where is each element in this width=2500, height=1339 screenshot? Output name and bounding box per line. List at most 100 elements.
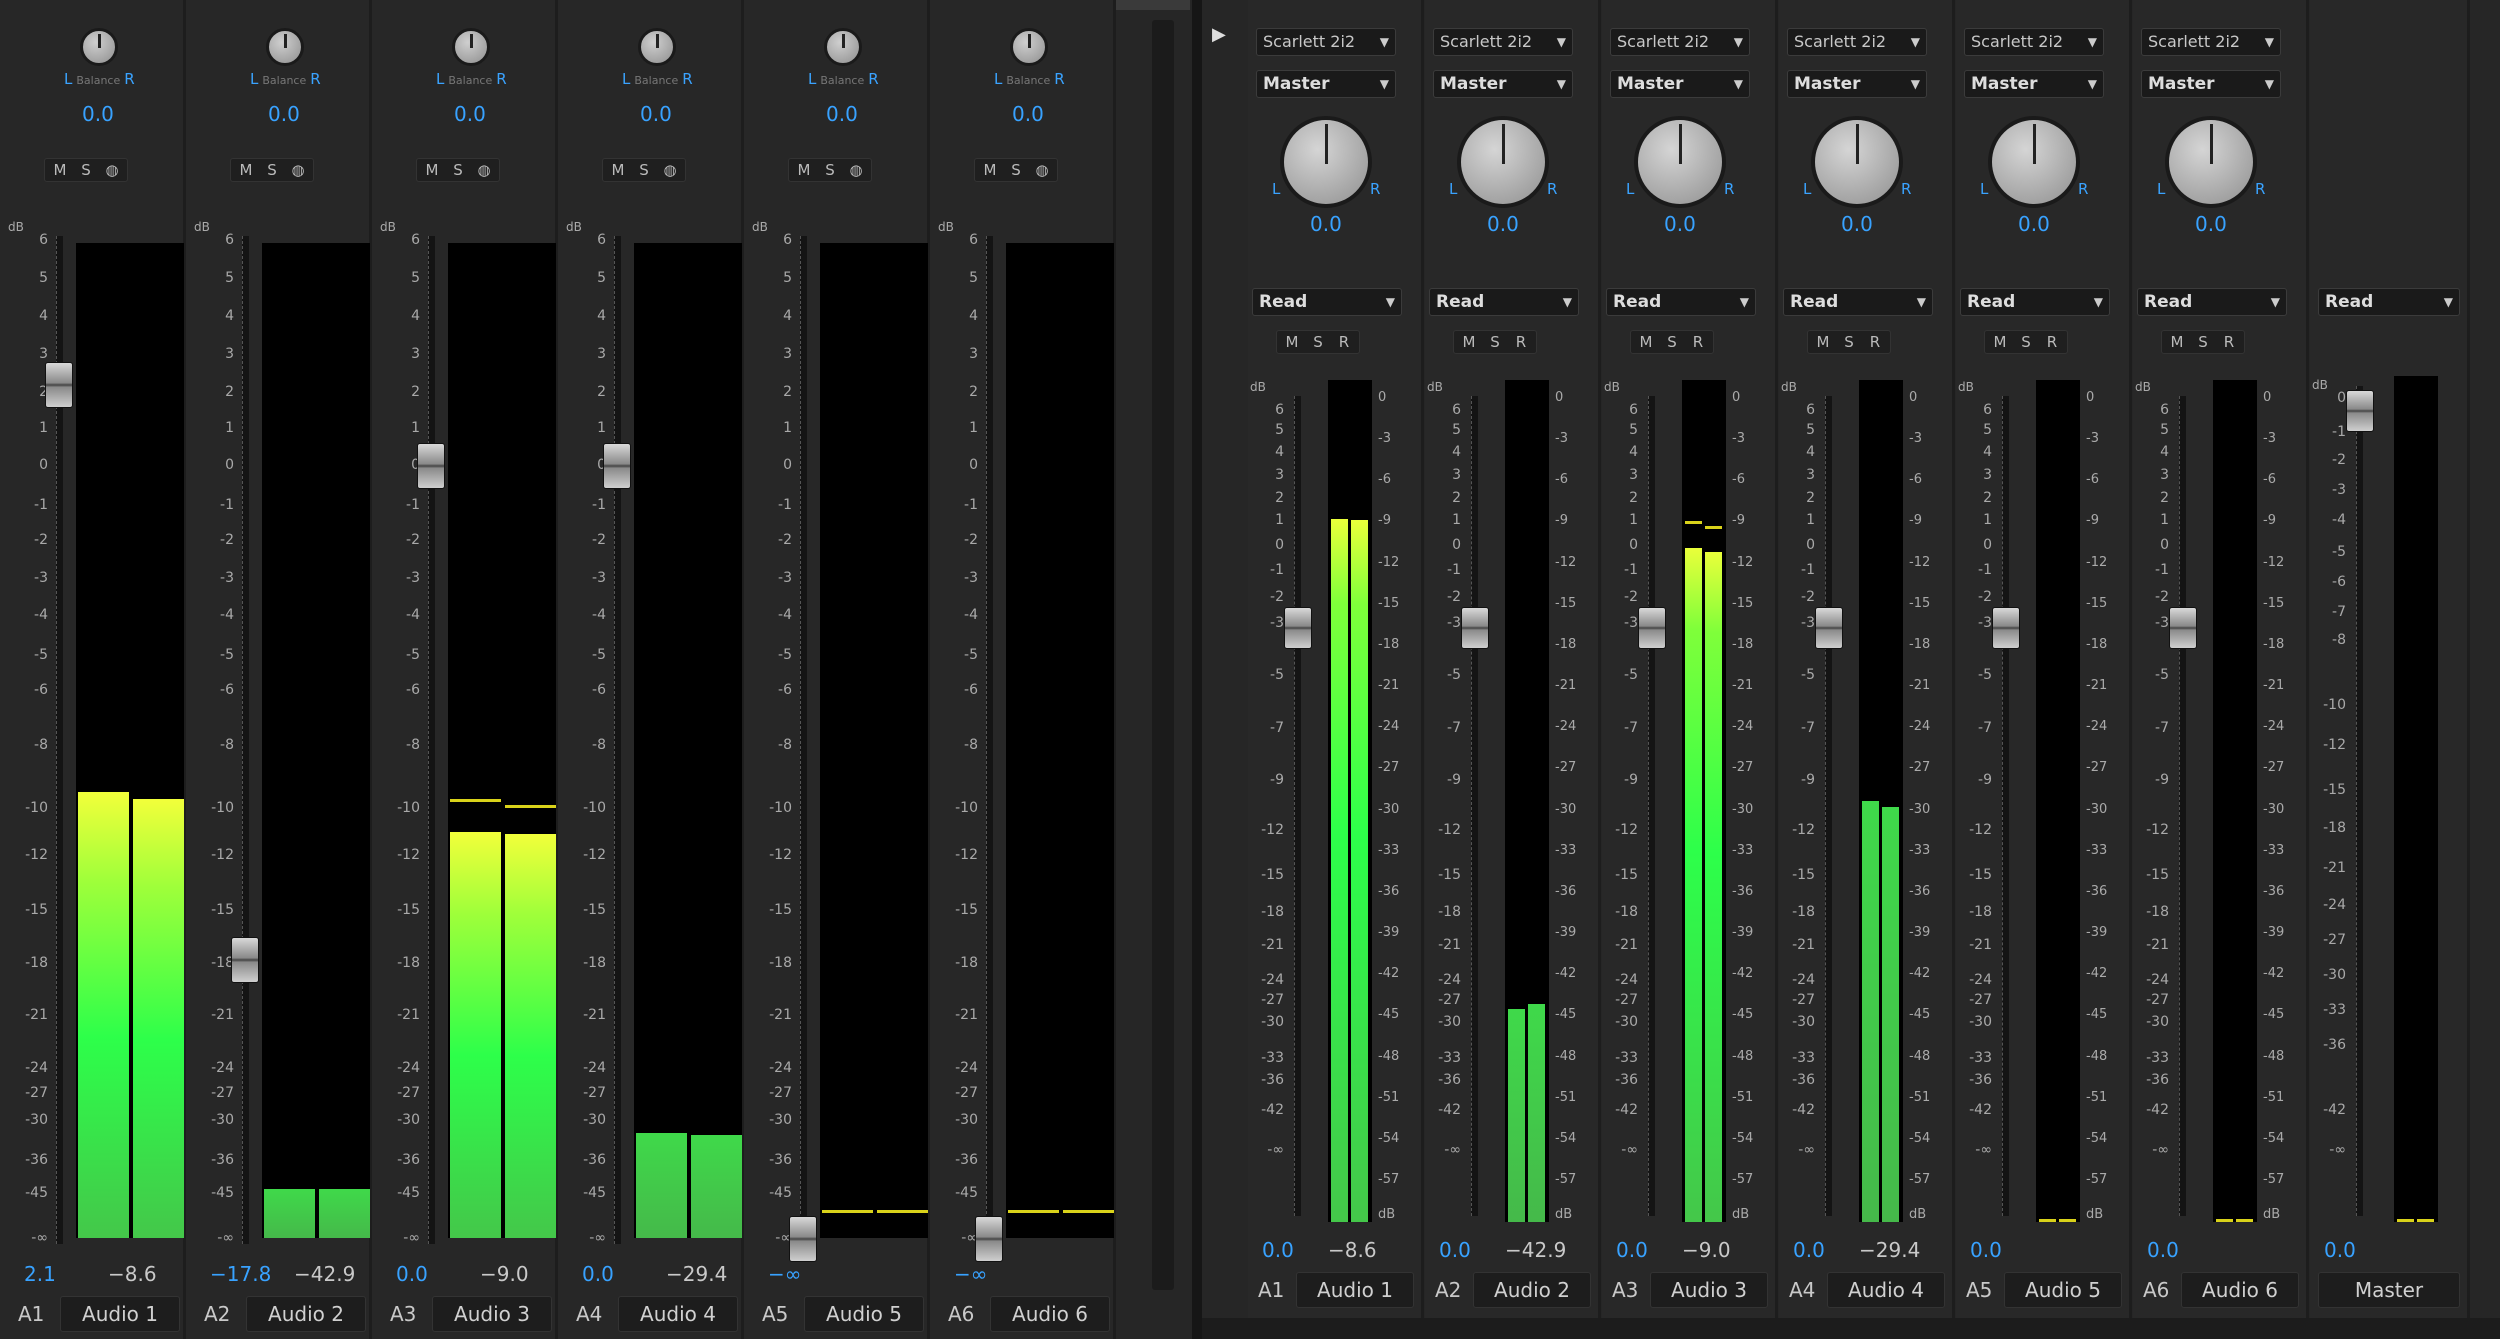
solo-button[interactable]: S	[823, 161, 837, 179]
pan-value[interactable]: 0.0	[1664, 212, 1696, 236]
send-dropdown[interactable]: Master	[2141, 70, 2281, 98]
automation-mode-dropdown[interactable]: Read	[1252, 288, 1402, 316]
record-button[interactable]: R	[2045, 333, 2059, 351]
solo-button[interactable]: S	[451, 161, 465, 179]
record-button[interactable]: R	[1514, 333, 1528, 351]
mute-button[interactable]: M	[1462, 333, 1476, 351]
volume-fader[interactable]	[231, 937, 259, 984]
volume-fader[interactable]	[2169, 607, 2197, 649]
pan-value[interactable]: 0.0	[2195, 212, 2227, 236]
pan-knob[interactable]	[452, 28, 490, 66]
output-dropdown[interactable]: Scarlett 2i2	[1433, 28, 1573, 56]
pan-knob[interactable]	[1010, 28, 1048, 66]
pan-value[interactable]: 0.0	[1012, 102, 1044, 126]
solo-button[interactable]: S	[1665, 333, 1679, 351]
output-dropdown[interactable]: Scarlett 2i2	[2141, 28, 2281, 56]
volume-fader[interactable]	[1992, 607, 2020, 649]
volume-fader[interactable]	[1284, 607, 1312, 649]
volume-fader[interactable]	[1638, 607, 1666, 649]
mute-button[interactable]: M	[1639, 333, 1653, 351]
pan-value[interactable]: 0.0	[454, 102, 486, 126]
pan-knob[interactable]	[1457, 116, 1549, 208]
output-dropdown[interactable]: Scarlett 2i2	[1964, 28, 2104, 56]
send-dropdown[interactable]: Master	[1433, 70, 1573, 98]
record-button[interactable]: R	[1868, 333, 1882, 351]
pan-value[interactable]: 0.0	[2018, 212, 2050, 236]
automation-mode-dropdown[interactable]: Read	[1606, 288, 1756, 316]
volume-value[interactable]: −∞	[768, 1262, 801, 1286]
volume-value[interactable]: 0.0	[1970, 1238, 2002, 1262]
master-automation-mode-dropdown[interactable]: Read	[2318, 288, 2460, 316]
volume-value[interactable]: 0.0	[396, 1262, 428, 1286]
master-volume-fader[interactable]	[2346, 390, 2374, 432]
solo-button[interactable]: S	[1488, 333, 1502, 351]
volume-value[interactable]: −17.8	[210, 1262, 271, 1286]
send-dropdown[interactable]: Master	[1256, 70, 1396, 98]
pan-knob[interactable]	[1280, 116, 1372, 208]
clip-mixer-scrollbar[interactable]	[1152, 20, 1174, 1290]
pan-knob[interactable]	[2165, 116, 2257, 208]
automation-mode-dropdown[interactable]: Read	[1429, 288, 1579, 316]
record-button[interactable]: ◍	[1035, 161, 1049, 179]
volume-value[interactable]: 0.0	[2147, 1238, 2179, 1262]
pan-knob[interactable]	[266, 28, 304, 66]
master-volume-value[interactable]: 0.0	[2324, 1238, 2356, 1262]
mute-button[interactable]: M	[1285, 333, 1299, 351]
volume-fader[interactable]	[603, 443, 631, 489]
volume-value[interactable]: 2.1	[24, 1262, 56, 1286]
record-button[interactable]: ◍	[663, 161, 677, 179]
solo-button[interactable]: S	[79, 161, 93, 179]
pan-value[interactable]: 0.0	[82, 102, 114, 126]
volume-value[interactable]: 0.0	[582, 1262, 614, 1286]
pan-value[interactable]: 0.0	[826, 102, 858, 126]
pan-knob[interactable]	[80, 28, 118, 66]
expand-triangle-icon[interactable]: ▶	[1212, 24, 1226, 45]
pan-knob[interactable]	[824, 28, 862, 66]
solo-button[interactable]: S	[637, 161, 651, 179]
volume-fader[interactable]	[1461, 607, 1489, 649]
volume-fader[interactable]	[1815, 607, 1843, 649]
pan-value[interactable]: 0.0	[1310, 212, 1342, 236]
volume-value[interactable]: 0.0	[1262, 1238, 1294, 1262]
mute-button[interactable]: M	[425, 161, 439, 179]
solo-button[interactable]: S	[2196, 333, 2210, 351]
volume-value[interactable]: −∞	[954, 1262, 987, 1286]
mute-button[interactable]: M	[2170, 333, 2184, 351]
output-dropdown[interactable]: Scarlett 2i2	[1256, 28, 1396, 56]
solo-button[interactable]: S	[265, 161, 279, 179]
automation-mode-dropdown[interactable]: Read	[1960, 288, 2110, 316]
pan-value[interactable]: 0.0	[1841, 212, 1873, 236]
pan-knob[interactable]	[1634, 116, 1726, 208]
record-button[interactable]: R	[1691, 333, 1705, 351]
mute-button[interactable]: M	[797, 161, 811, 179]
volume-fader[interactable]	[45, 362, 73, 409]
send-dropdown[interactable]: Master	[1610, 70, 1750, 98]
mute-button[interactable]: M	[1816, 333, 1830, 351]
volume-value[interactable]: 0.0	[1616, 1238, 1648, 1262]
volume-value[interactable]: 0.0	[1439, 1238, 1471, 1262]
pan-value[interactable]: 0.0	[268, 102, 300, 126]
mute-button[interactable]: M	[1993, 333, 2007, 351]
record-button[interactable]: ◍	[477, 161, 491, 179]
mute-button[interactable]: M	[239, 161, 253, 179]
pan-value[interactable]: 0.0	[640, 102, 672, 126]
record-button[interactable]: R	[1337, 333, 1351, 351]
panel-divider[interactable]	[1192, 0, 1202, 1339]
mute-button[interactable]: M	[611, 161, 625, 179]
automation-mode-dropdown[interactable]: Read	[2137, 288, 2287, 316]
output-dropdown[interactable]: Scarlett 2i2	[1610, 28, 1750, 56]
pan-knob[interactable]	[1811, 116, 1903, 208]
record-button[interactable]: ◍	[105, 161, 119, 179]
volume-fader[interactable]	[417, 443, 445, 489]
record-button[interactable]: ◍	[291, 161, 305, 179]
record-button[interactable]: ◍	[849, 161, 863, 179]
record-button[interactable]: R	[2222, 333, 2236, 351]
pan-value[interactable]: 0.0	[1487, 212, 1519, 236]
send-dropdown[interactable]: Master	[1964, 70, 2104, 98]
volume-fader[interactable]	[975, 1216, 1003, 1262]
mute-button[interactable]: M	[983, 161, 997, 179]
automation-mode-dropdown[interactable]: Read	[1783, 288, 1933, 316]
solo-button[interactable]: S	[1009, 161, 1023, 179]
volume-fader[interactable]	[789, 1216, 817, 1262]
pan-knob[interactable]	[638, 28, 676, 66]
